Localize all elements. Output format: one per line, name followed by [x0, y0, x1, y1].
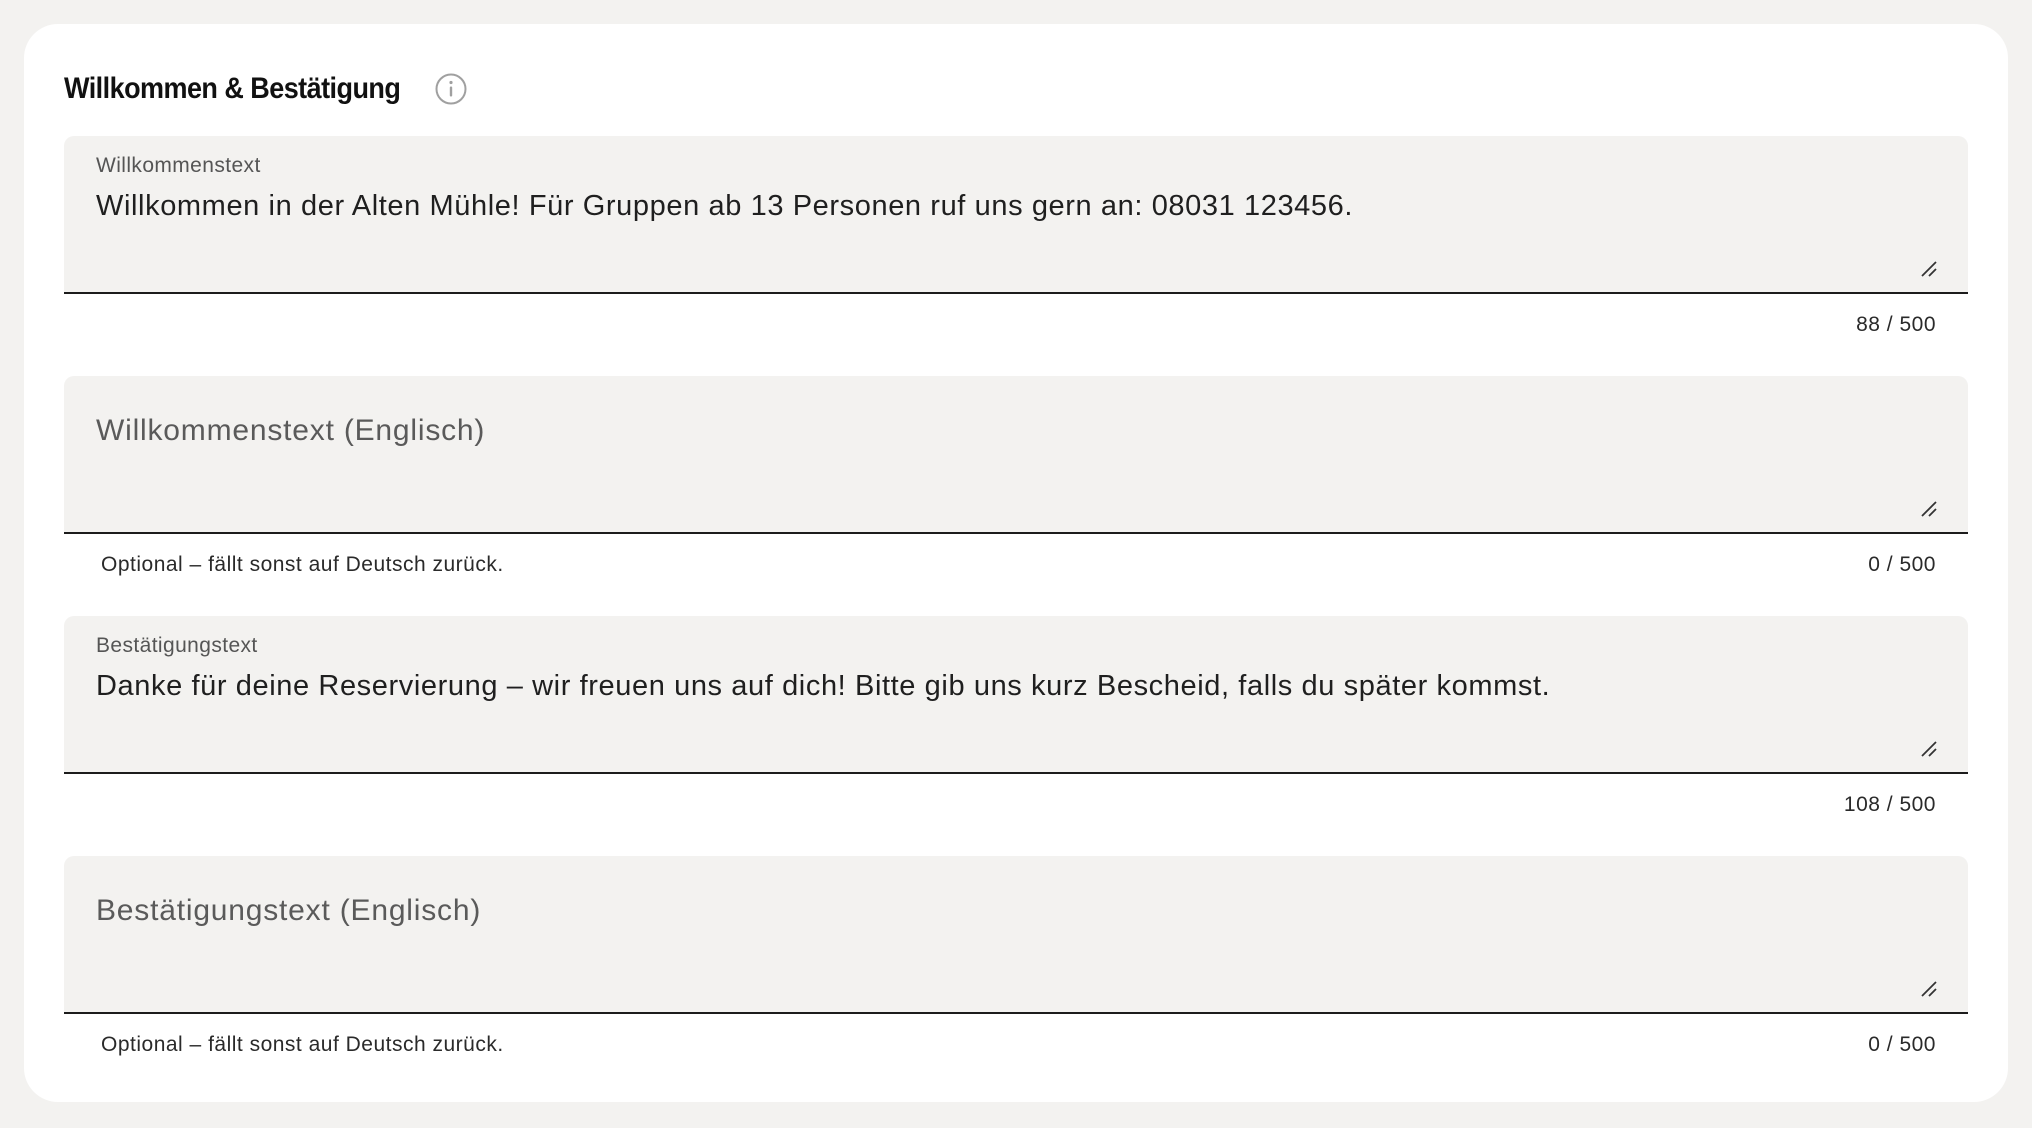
confirmation-text-footer: 108 / 500 — [64, 774, 1968, 824]
confirmation-text-en-input[interactable]: Bestätigungstext (Englisch) — [64, 856, 1968, 1014]
confirmation-text-en-char-count: 0 / 500 — [1868, 1033, 1936, 1056]
resize-handle-icon[interactable] — [1920, 980, 1938, 998]
welcome-text-label: Willkommenstext — [96, 154, 261, 177]
info-icon[interactable] — [434, 72, 468, 106]
settings-card: Willkommen & Bestätigung Willkommenstext… — [24, 24, 2008, 1102]
welcome-text-char-count: 88 / 500 — [1856, 313, 1936, 336]
confirmation-text-en-footer: Optional – fällt sonst auf Deutsch zurüc… — [64, 1014, 1968, 1064]
confirmation-text-input[interactable]: Bestätigungstext Danke für deine Reservi… — [64, 616, 1968, 774]
welcome-text-en-input[interactable]: Willkommenstext (Englisch) — [64, 376, 1968, 534]
resize-handle-icon[interactable] — [1920, 740, 1938, 758]
section-header: Willkommen & Bestätigung — [64, 64, 468, 114]
confirmation-text-en-field: Bestätigungstext (Englisch) Optional – f… — [64, 856, 1968, 1064]
welcome-text-value[interactable]: Willkommen in der Alten Mühle! Für Grupp… — [96, 190, 1908, 223]
confirmation-text-en-helper: Optional – fällt sonst auf Deutsch zurüc… — [101, 1033, 504, 1056]
welcome-text-en-footer: Optional – fällt sonst auf Deutsch zurüc… — [64, 534, 1968, 584]
welcome-text-en-char-count: 0 / 500 — [1868, 553, 1936, 576]
resize-handle-icon[interactable] — [1920, 500, 1938, 518]
resize-handle-icon[interactable] — [1920, 260, 1938, 278]
welcome-text-en-helper: Optional – fällt sonst auf Deutsch zurüc… — [101, 553, 504, 576]
confirmation-text-en-placeholder: Bestätigungstext (Englisch) — [96, 894, 482, 927]
welcome-text-input[interactable]: Willkommenstext Willkommen in der Alten … — [64, 136, 1968, 294]
welcome-text-en-field: Willkommenstext (Englisch) Optional – fä… — [64, 376, 1968, 584]
welcome-text-field: Willkommenstext Willkommen in der Alten … — [64, 136, 1968, 344]
section-title: Willkommen & Bestätigung — [64, 72, 401, 105]
confirmation-text-value[interactable]: Danke für deine Reservierung – wir freue… — [96, 670, 1908, 703]
confirmation-text-label: Bestätigungstext — [96, 634, 258, 657]
welcome-text-footer: 88 / 500 — [64, 294, 1968, 344]
welcome-text-en-placeholder: Willkommenstext (Englisch) — [96, 414, 486, 447]
confirmation-text-field: Bestätigungstext Danke für deine Reservi… — [64, 616, 1968, 824]
confirmation-text-char-count: 108 / 500 — [1843, 793, 1936, 816]
